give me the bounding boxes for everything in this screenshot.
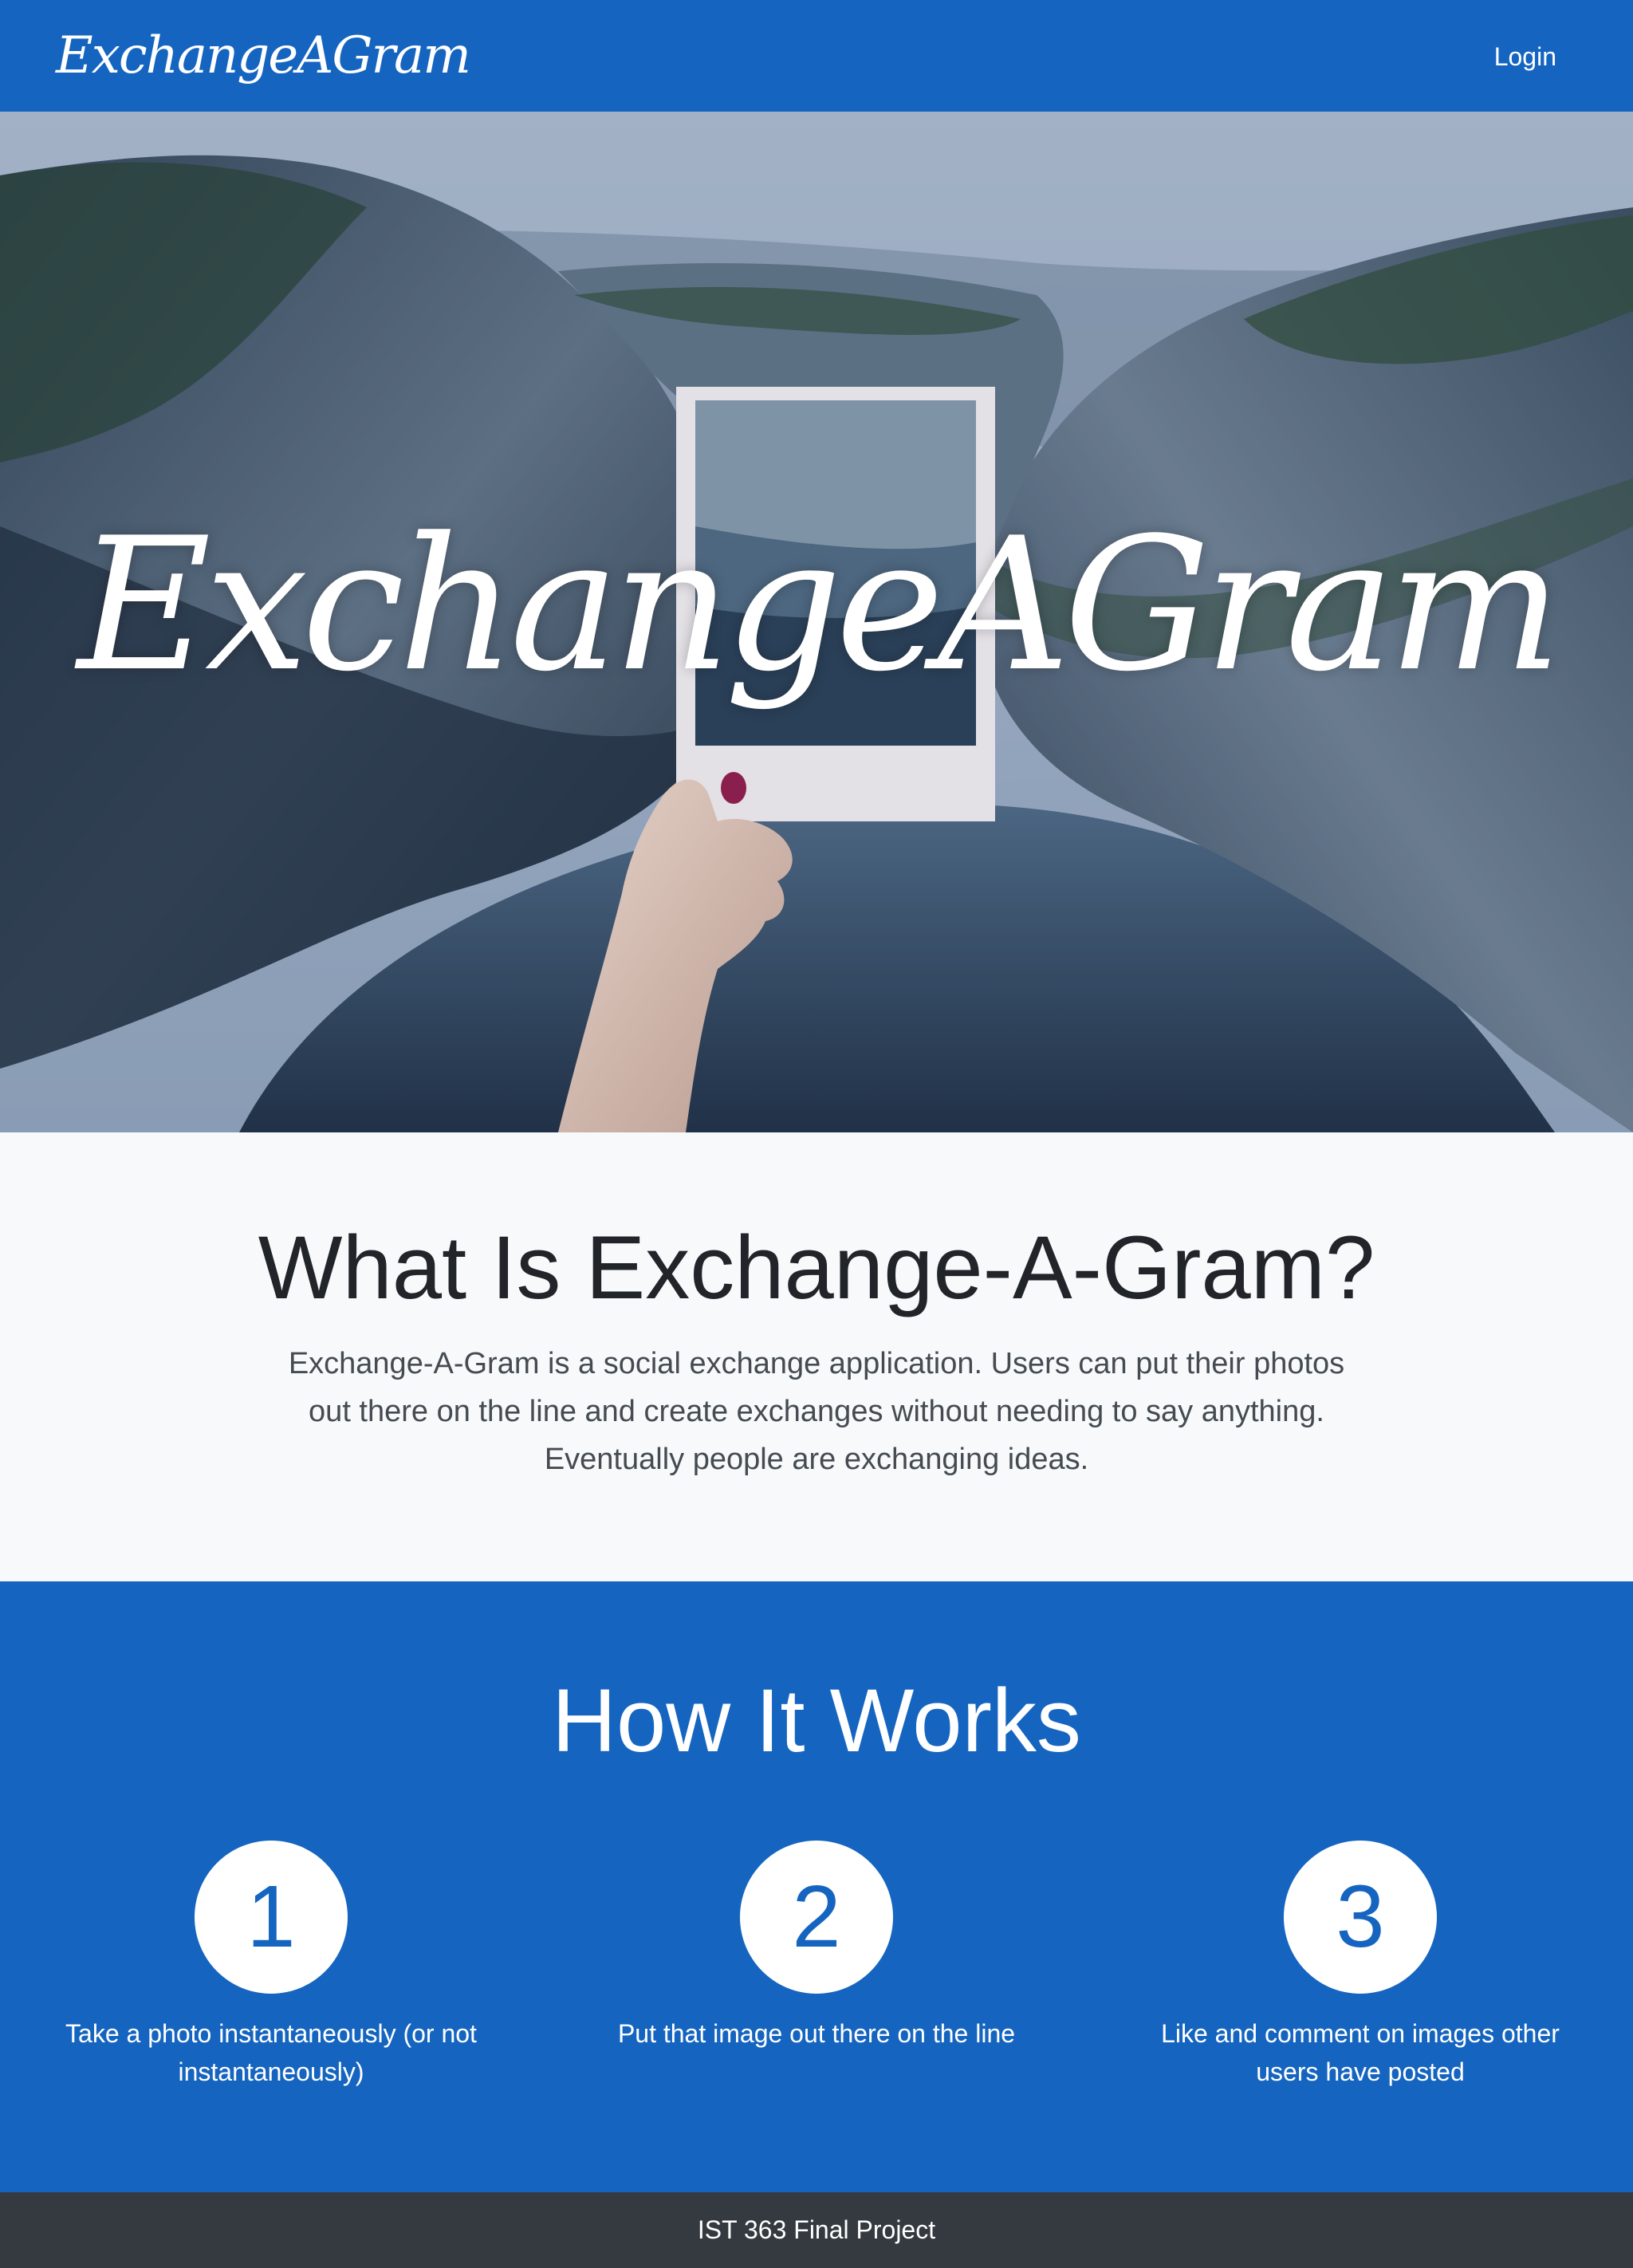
step-description: Like and comment on images other users h… — [1161, 2019, 1560, 2086]
how-it-works-title: How It Works — [552, 1671, 1081, 1770]
step-number-circle: 3 — [1284, 1841, 1437, 1994]
step-description: Take a photo instantaneously (or not ins… — [65, 2019, 477, 2086]
step-number-circle: 2 — [740, 1841, 893, 1994]
step-description: Put that image out there on the line — [617, 2019, 1016, 2048]
login-link[interactable]: Login — [1494, 35, 1556, 78]
step-1: 1 Take a photo instantaneously (or not i… — [48, 1841, 494, 2091]
brand-logo[interactable]: ExchangeAGram — [56, 18, 471, 94]
navbar: ExchangeAGram Login — [0, 0, 1633, 112]
about-description: Exchange-A-Gram is a social exchange app… — [288, 1347, 1345, 1476]
about-title: What Is Exchange-A-Gram? — [258, 1218, 1375, 1317]
step-3: 3 Like and comment on images other users… — [1137, 1841, 1584, 2091]
hero-title: ExchangeAGram — [77, 499, 1562, 712]
about-section: What Is Exchange-A-Gram? Exchange-A-Gram… — [0, 1132, 1633, 1581]
footer: IST 363 Final Project — [0, 2192, 1633, 2268]
how-it-works-section: How It Works 1 Take a photo instantaneou… — [0, 1581, 1633, 2192]
step-2: 2 Put that image out there on the line — [593, 1841, 1040, 2053]
hero-banner: ExchangeAGram — [0, 112, 1633, 1132]
step-number-circle: 1 — [195, 1841, 348, 1994]
